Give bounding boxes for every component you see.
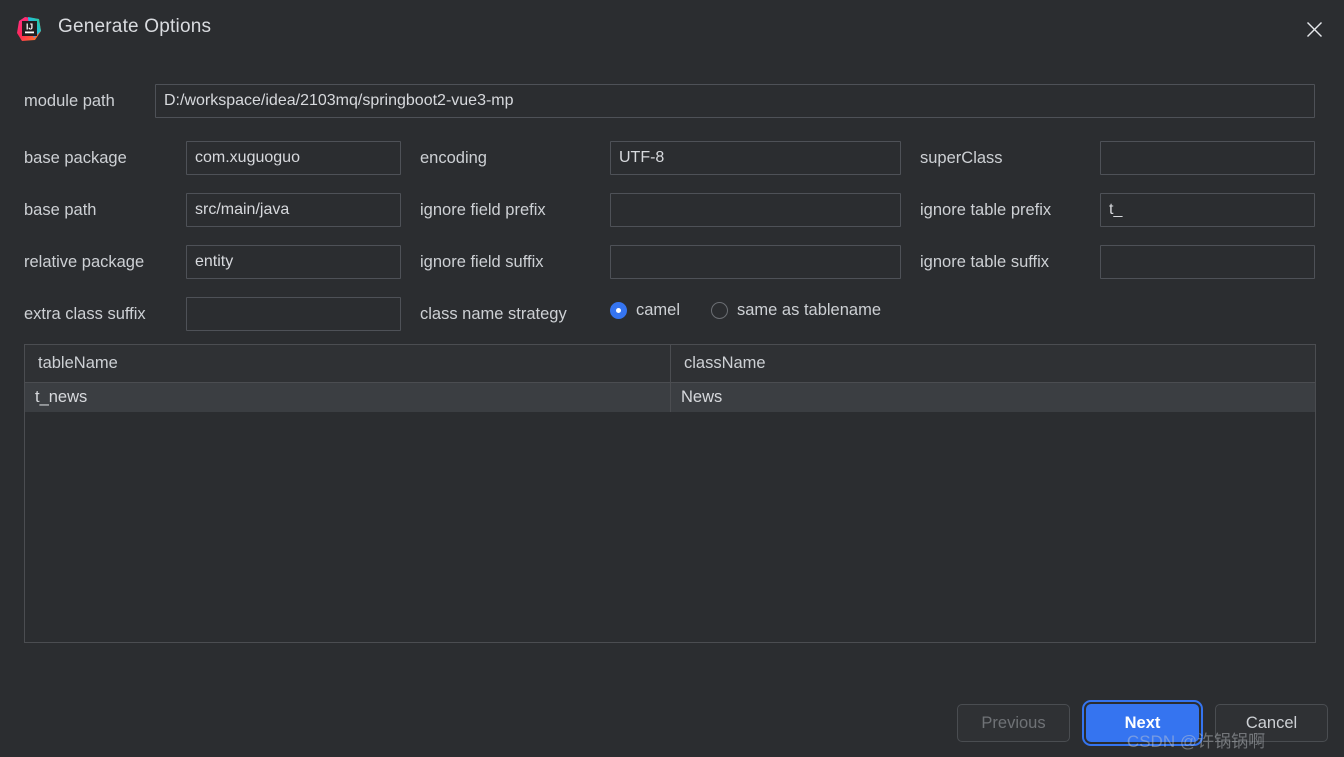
column-header-classname[interactable]: className [671,345,1315,382]
radio-same-as-tablename-indicator [711,302,728,319]
radio-same-as-tablename[interactable]: same as tablename [711,301,881,320]
form-row-4: extra class suffix class name strategy c… [0,286,1344,338]
base-path-label: base path [24,201,97,219]
relative-package-input[interactable] [186,245,401,279]
module-path-input[interactable] [155,84,1315,118]
table-body: t_news News [25,383,1315,412]
form-row-1: base package encoding superClass [0,130,1344,182]
options-form: module path base package encoding superC… [0,78,1344,338]
previous-button[interactable]: Previous [957,704,1070,742]
ignore-field-suffix-input[interactable] [610,245,901,279]
radio-camel[interactable]: camel [610,301,680,320]
module-path-label: module path [24,92,115,110]
cancel-button[interactable]: Cancel [1215,704,1328,742]
radio-camel-label: camel [636,301,681,319]
form-row-2: base path ignore field prefix ignore tab… [0,182,1344,234]
ignore-field-prefix-input[interactable] [610,193,901,227]
extra-class-suffix-input[interactable] [186,297,401,331]
form-row-module-path: module path [0,78,1344,130]
base-path-input[interactable] [186,193,401,227]
radio-camel-indicator [610,302,627,319]
form-row-3: relative package ignore field suffix ign… [0,234,1344,286]
cell-tablename: t_news [25,383,671,412]
table-row[interactable]: t_news News [25,383,1315,412]
ignore-table-prefix-input[interactable] [1100,193,1315,227]
intellij-idea-icon: IJ [15,15,43,43]
ignore-table-suffix-label: ignore table suffix [920,253,1050,271]
next-button[interactable]: Next [1082,700,1203,746]
radio-same-as-tablename-label: same as tablename [737,301,881,319]
super-class-label: superClass [920,149,1003,167]
window-title: Generate Options [58,16,212,37]
ignore-table-prefix-label: ignore table prefix [920,201,1052,219]
ignore-field-suffix-label: ignore field suffix [420,253,544,271]
class-name-strategy-label: class name strategy [420,305,567,323]
ignore-table-suffix-input[interactable] [1100,245,1315,279]
cell-classname: News [681,388,723,406]
title-bar: IJ Generate Options [0,0,1344,58]
base-package-label: base package [24,149,127,167]
generate-options-dialog: IJ Generate Options module path base pac… [0,0,1344,757]
relative-package-label: relative package [24,253,145,271]
ignore-field-prefix-label: ignore field prefix [420,201,546,219]
extra-class-suffix-label: extra class suffix [24,305,146,323]
encoding-label: encoding [420,149,487,167]
super-class-input[interactable] [1100,141,1315,175]
base-package-input[interactable] [186,141,401,175]
tables-grid[interactable]: tableName className t_news News [24,344,1316,643]
close-icon[interactable] [1294,10,1334,48]
table-header: tableName className [25,345,1315,383]
dialog-footer: Previous Next Cancel [0,700,1344,748]
encoding-input[interactable] [610,141,901,175]
svg-text:IJ: IJ [26,22,33,32]
column-header-tablename[interactable]: tableName [25,345,671,382]
